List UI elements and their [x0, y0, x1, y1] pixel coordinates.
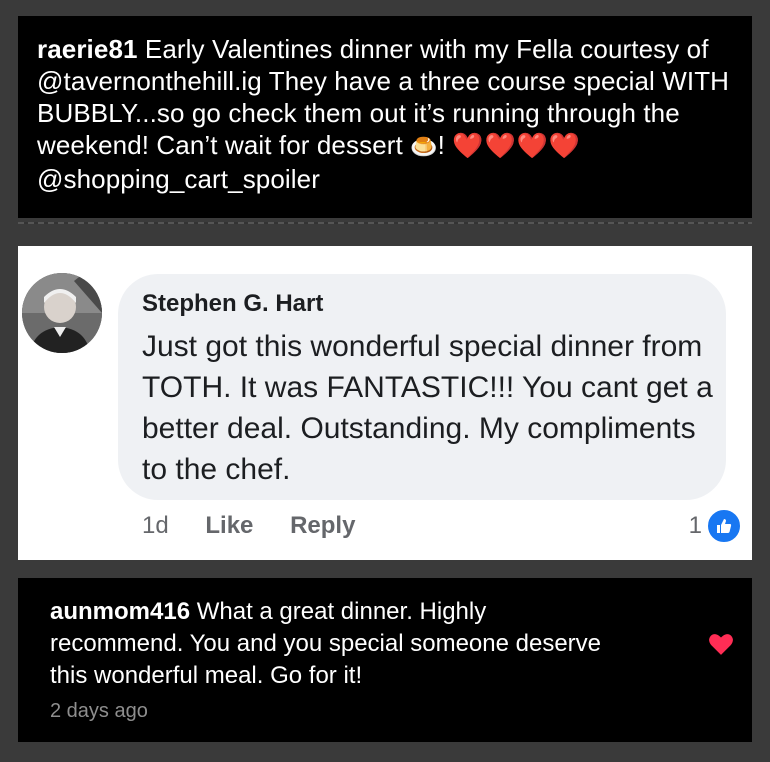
custard-emoji-icon: 🍮	[410, 134, 438, 159]
comment-username[interactable]: aunmom416	[50, 598, 190, 625]
facebook-comment-card: Stephen G. Hart Just got this wonderful …	[18, 246, 752, 560]
comment-author[interactable]: Stephen G. Hart	[142, 290, 323, 318]
like-button[interactable]: Like	[205, 512, 253, 539]
comment-time[interactable]: 1d	[142, 512, 169, 539]
comment-timestamp: 2 days ago	[50, 700, 148, 722]
comment-actions: 1d Like Reply	[142, 512, 385, 540]
comment-bubble: Stephen G. Hart Just got this wonderful …	[118, 274, 726, 500]
instagram-comment: aunmom416 What a great dinner. Highly re…	[18, 578, 752, 742]
ig-comment-text: aunmom416 What a great dinner. Highly re…	[50, 596, 610, 692]
heart-icon[interactable]	[708, 632, 734, 656]
divider	[18, 222, 752, 224]
caption-text: raerie81 Early Valentines dinner with my…	[37, 33, 737, 195]
exclamation: !	[437, 130, 445, 160]
avatar[interactable]	[22, 273, 102, 353]
reaction-count: 1	[688, 512, 702, 539]
post-username[interactable]: raerie81	[37, 34, 138, 64]
hearts-emoji: ❤️❤️❤️❤️	[452, 132, 581, 160]
reply-button[interactable]: Reply	[290, 512, 355, 539]
like-thumb-icon	[706, 508, 742, 544]
comment-text: Just got this wonderful special dinner f…	[142, 330, 713, 486]
reaction-summary[interactable]: 1	[689, 508, 742, 544]
caption-body: Early Valentines dinner with my Fella co…	[37, 34, 730, 160]
mention-link[interactable]: @shopping_cart_spoiler	[37, 164, 320, 194]
instagram-post-caption: raerie81 Early Valentines dinner with my…	[18, 16, 752, 218]
